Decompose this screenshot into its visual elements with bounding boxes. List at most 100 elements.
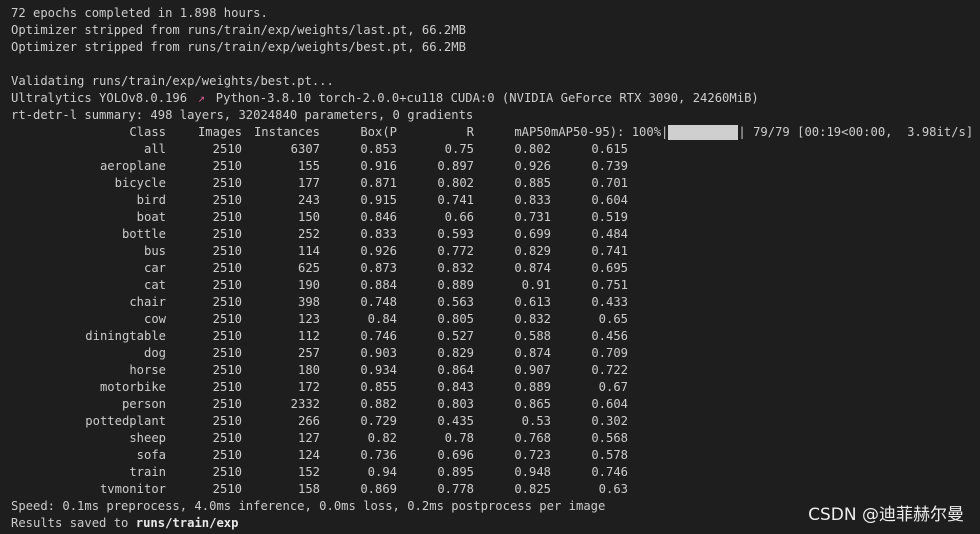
- ultralytics-version: Ultralytics YOLOv8.0.196: [11, 91, 195, 105]
- cell-recall: 0.802: [437, 176, 474, 190]
- table-row: bus 2510 114 0.926 0.772 0.829 0.741: [11, 243, 980, 260]
- cell-map5095: 0.709: [591, 346, 628, 360]
- cell-map50: 0.723: [514, 448, 551, 462]
- cell-recall: 0.778: [437, 482, 474, 496]
- cell-precision: 0.855: [360, 380, 397, 394]
- cell-map50: 0.829: [514, 244, 551, 258]
- cell-class: bus: [143, 244, 166, 258]
- log-line-epochs: 72 epochs completed in 1.898 hours.: [11, 6, 268, 20]
- table-row: chair 2510 398 0.748 0.563 0.613 0.433: [11, 294, 980, 311]
- cell-map50: 0.613: [514, 295, 551, 309]
- cell-instances: 177: [297, 176, 320, 190]
- cell-precision: 0.846: [360, 210, 397, 224]
- results-path: runs/train/exp: [135, 516, 239, 530]
- cell-map5095: 0.751: [591, 278, 628, 292]
- cell-map50: 0.833: [514, 193, 551, 207]
- cell-images: 2510: [212, 193, 242, 207]
- cell-map50: 0.53: [521, 414, 551, 428]
- cell-precision: 0.729: [360, 414, 397, 428]
- cell-precision: 0.82: [367, 431, 397, 445]
- cell-map50: 0.832: [514, 312, 551, 326]
- cell-map5095: 0.578: [591, 448, 628, 462]
- cell-recall: 0.864: [437, 363, 474, 377]
- cell-instances: 257: [297, 346, 320, 360]
- environment-info: Python-3.8.10 torch-2.0.0+cu118 CUDA:0 (…: [208, 91, 759, 105]
- results-prefix: Results saved to: [11, 516, 136, 530]
- cell-precision: 0.94: [367, 465, 397, 479]
- cell-recall: 0.805: [437, 312, 474, 326]
- log-line-strip-best: Optimizer stripped from runs/train/exp/w…: [11, 40, 466, 54]
- cell-instances: 155: [297, 159, 320, 173]
- cell-images: 2510: [212, 363, 242, 377]
- cell-map5095: 0.701: [591, 176, 628, 190]
- cell-precision: 0.853: [360, 142, 397, 156]
- cell-map5095: 0.604: [591, 397, 628, 411]
- cell-precision: 0.869: [360, 482, 397, 496]
- cell-images: 2510: [212, 448, 242, 462]
- table-row: car 2510 625 0.873 0.832 0.874 0.695: [11, 260, 980, 277]
- cell-map50: 0.865: [514, 397, 551, 411]
- cell-recall: 0.895: [437, 465, 474, 479]
- cell-class: horse: [129, 363, 166, 377]
- cell-map5095: 0.615: [591, 142, 628, 156]
- cell-instances: 266: [297, 414, 320, 428]
- cell-class: boat: [136, 210, 166, 224]
- header-images: Images: [197, 125, 242, 139]
- table-row: aeroplane 2510 155 0.916 0.897 0.926 0.739: [11, 158, 980, 175]
- cell-instances: 123: [297, 312, 320, 326]
- cell-images: 2510: [212, 431, 242, 445]
- header-class: Class: [129, 125, 166, 139]
- cell-map50: 0.699: [514, 227, 551, 241]
- cell-recall: 0.78: [444, 431, 474, 445]
- cell-map50: 0.768: [514, 431, 551, 445]
- cell-map50: 0.889: [514, 380, 551, 394]
- table-row: bottle 2510 252 0.833 0.593 0.699 0.484: [11, 226, 980, 243]
- terminal-output[interactable]: 72 epochs completed in 1.898 hours. Opti…: [0, 0, 980, 534]
- cell-recall: 0.843: [437, 380, 474, 394]
- table-row: cat 2510 190 0.884 0.889 0.91 0.751: [11, 277, 980, 294]
- cell-map50: 0.885: [514, 176, 551, 190]
- cell-map50: 0.91: [521, 278, 551, 292]
- cell-class: chair: [129, 295, 166, 309]
- cell-class: cat: [143, 278, 166, 292]
- log-line-ultralytics: Ultralytics YOLOv8.0.196 ↗ Python-3.8.10…: [11, 90, 980, 107]
- cell-precision: 0.934: [360, 363, 397, 377]
- cell-precision: 0.871: [360, 176, 397, 190]
- cell-instances: 6307: [290, 142, 320, 156]
- table-row: tvmonitor 2510 158 0.869 0.778 0.825 0.63: [11, 481, 980, 498]
- header-recall: R: [466, 125, 474, 139]
- log-line-strip-last: Optimizer stripped from runs/train/exp/w…: [11, 23, 466, 37]
- cell-map5095: 0.433: [591, 295, 628, 309]
- cell-class: cow: [143, 312, 166, 326]
- table-row: dog 2510 257 0.903 0.829 0.874 0.709: [11, 345, 980, 362]
- cell-instances: 180: [297, 363, 320, 377]
- cell-instances: 158: [297, 482, 320, 496]
- cell-map5095: 0.67: [598, 380, 628, 394]
- cell-precision: 0.84: [367, 312, 397, 326]
- log-line-summary: rt-detr-l summary: 498 layers, 32024840 …: [11, 108, 474, 122]
- table-row: cow 2510 123 0.84 0.805 0.832 0.65: [11, 311, 980, 328]
- table-row: pottedplant 2510 266 0.729 0.435 0.53 0.302: [11, 413, 980, 430]
- table-row: bird 2510 243 0.915 0.741 0.833 0.604: [11, 192, 980, 209]
- cell-map5095: 0.604: [591, 193, 628, 207]
- table-row: person 2510 2332 0.882 0.803 0.865 0.604: [11, 396, 980, 413]
- table-row: train 2510 152 0.94 0.895 0.948 0.746: [11, 464, 980, 481]
- cell-precision: 0.746: [360, 329, 397, 343]
- cell-class: sofa: [136, 448, 166, 462]
- cell-images: 2510: [212, 482, 242, 496]
- header-progress: mAP50-95): 100%| | 79/79 [00:19<00:00, 3.…: [551, 124, 973, 141]
- cell-recall: 0.696: [437, 448, 474, 462]
- log-line-validating: Validating runs/train/exp/weights/best.p…: [11, 74, 334, 88]
- cell-class: diningtable: [85, 329, 166, 343]
- cell-map50: 0.907: [514, 363, 551, 377]
- cell-map50: 0.731: [514, 210, 551, 224]
- cell-images: 2510: [212, 227, 242, 241]
- cell-map50: 0.874: [514, 261, 551, 275]
- cell-map5095: 0.484: [591, 227, 628, 241]
- table-row: all 2510 6307 0.853 0.75 0.802 0.615: [11, 141, 980, 158]
- cell-images: 2510: [212, 261, 242, 275]
- results-table-body: all 2510 6307 0.853 0.75 0.802 0.615 aeroplane 2…: [11, 141, 980, 498]
- cell-recall: 0.889: [437, 278, 474, 292]
- cell-class: train: [129, 465, 166, 479]
